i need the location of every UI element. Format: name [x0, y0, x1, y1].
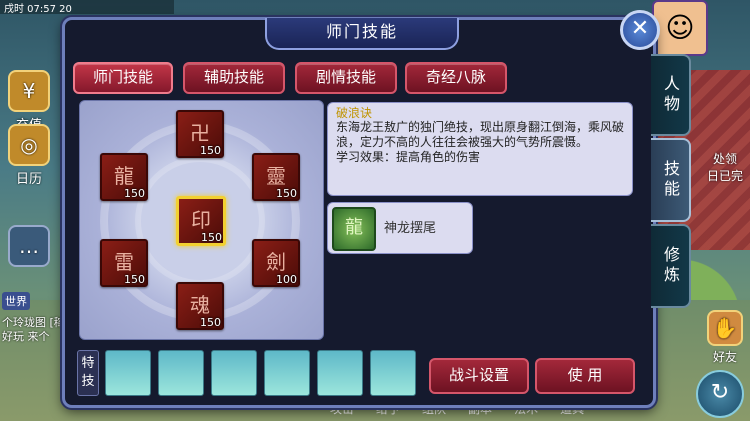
skill-name: 破浪诀: [336, 106, 373, 120]
skill-glyph: 卍: [190, 121, 210, 145]
close-icon[interactable]: ✕: [620, 10, 660, 50]
special-skill-slot[interactable]: [317, 350, 363, 396]
skills-panel: 师门技能 师门技能 辅助技能 剧情技能 奇经八脉 卍 150 龍 150 靈 1…: [62, 17, 691, 408]
calendar-label: 日历: [15, 172, 42, 187]
friends-button[interactable]: ✋ 好友: [700, 310, 750, 365]
quest-line: 处领: [712, 152, 737, 166]
coin-icon: ¥: [8, 70, 50, 112]
dragon-tail-icon: 龍: [332, 207, 376, 251]
calendar-icon: ◎: [8, 124, 50, 166]
tab-support-skills[interactable]: 辅助技能: [183, 62, 285, 94]
skill-glyph: 印: [191, 208, 211, 232]
special-skill-slot[interactable]: [158, 350, 204, 396]
sub-skill-card[interactable]: 龍 神龙摆尾: [327, 202, 473, 254]
skill-description-box: 破浪诀 东海龙王敖广的独门绝技，现出原身翻江倒海，乘风破浪，定力不高的人往往会被…: [327, 102, 633, 196]
calendar-button[interactable]: ◎ 日历: [0, 124, 58, 187]
side-tab-skills[interactable]: 技能: [651, 138, 691, 222]
chat-line: 个玲珑图 [稼: [2, 316, 65, 329]
chat-log[interactable]: 个玲珑图 [稼 好玩 来个: [2, 316, 65, 344]
battle-settings-button[interactable]: 战斗设置: [429, 358, 529, 394]
skill-icon[interactable]: 龍 150: [100, 153, 148, 201]
skill-glyph: 魂: [190, 293, 210, 317]
skill-level: 150: [200, 144, 221, 157]
skill-icon[interactable]: 劍 100: [252, 239, 300, 287]
panel-title-bar: 师门技能: [265, 18, 459, 50]
skill-icon[interactable]: 卍 150: [176, 110, 224, 158]
skill-level: 150: [276, 187, 297, 200]
skill-level: 150: [124, 187, 145, 200]
special-skill-slot[interactable]: [105, 350, 151, 396]
side-tab-cultivation[interactable]: 修炼: [651, 224, 691, 308]
side-tab-character[interactable]: 人物: [651, 54, 691, 136]
skill-description: 东海龙王敖广的独门绝技，现出原身翻江倒海，乘风破浪，定力不高的人往往会被强大的气…: [336, 120, 625, 149]
skill-icon[interactable]: 雷 150: [100, 239, 148, 287]
skill-level: 150: [124, 273, 145, 286]
skill-icon[interactable]: 魂 150: [176, 282, 224, 330]
status-bar: 戌时 07:57 20: [0, 0, 174, 15]
tab-meridians[interactable]: 奇经八脉: [405, 62, 507, 94]
skill-glyph: 靈: [266, 164, 286, 188]
player-avatar[interactable]: ☺: [652, 0, 708, 56]
skill-level: 100: [276, 273, 297, 286]
skill-level: 150: [201, 231, 222, 244]
sub-skill-name: 神龙摆尾: [384, 221, 437, 236]
special-skill-slot[interactable]: [211, 350, 257, 396]
special-skill-slot[interactable]: [370, 350, 416, 396]
skill-glyph: 劍: [266, 250, 286, 274]
chat-bubble-icon: …: [8, 225, 50, 267]
friends-label: 好友: [712, 350, 737, 364]
skill-icon-selected[interactable]: 印 150: [176, 196, 226, 246]
chat-channel-tag[interactable]: 世界: [2, 292, 30, 310]
quest-line: 日已完: [706, 169, 743, 183]
quest-tracker[interactable]: 处领 日已完: [700, 150, 750, 184]
skill-effect: 学习效果：提高角色的伤害: [336, 150, 481, 164]
tab-story-skills[interactable]: 剧情技能: [295, 62, 397, 94]
use-button[interactable]: 使 用: [535, 358, 635, 394]
skill-level: 150: [200, 316, 221, 329]
skill-icon[interactable]: 靈 150: [252, 153, 300, 201]
handshake-icon: ✋: [707, 310, 743, 346]
special-skill-slot[interactable]: [264, 350, 310, 396]
tab-school-skills[interactable]: 师门技能: [73, 62, 173, 94]
skill-glyph: 龍: [114, 164, 134, 188]
panel-title: 师门技能: [325, 22, 398, 41]
chat-line: 好玩 来个: [2, 330, 50, 343]
refresh-icon[interactable]: ↻: [696, 370, 744, 418]
special-skills-label: 特技: [77, 350, 99, 396]
skill-wheel: 卍 150 龍 150 靈 150 印 150 雷 150 劍 100 魂 15…: [79, 100, 324, 340]
skill-glyph: 雷: [114, 250, 134, 274]
chat-button[interactable]: …: [0, 225, 58, 269]
